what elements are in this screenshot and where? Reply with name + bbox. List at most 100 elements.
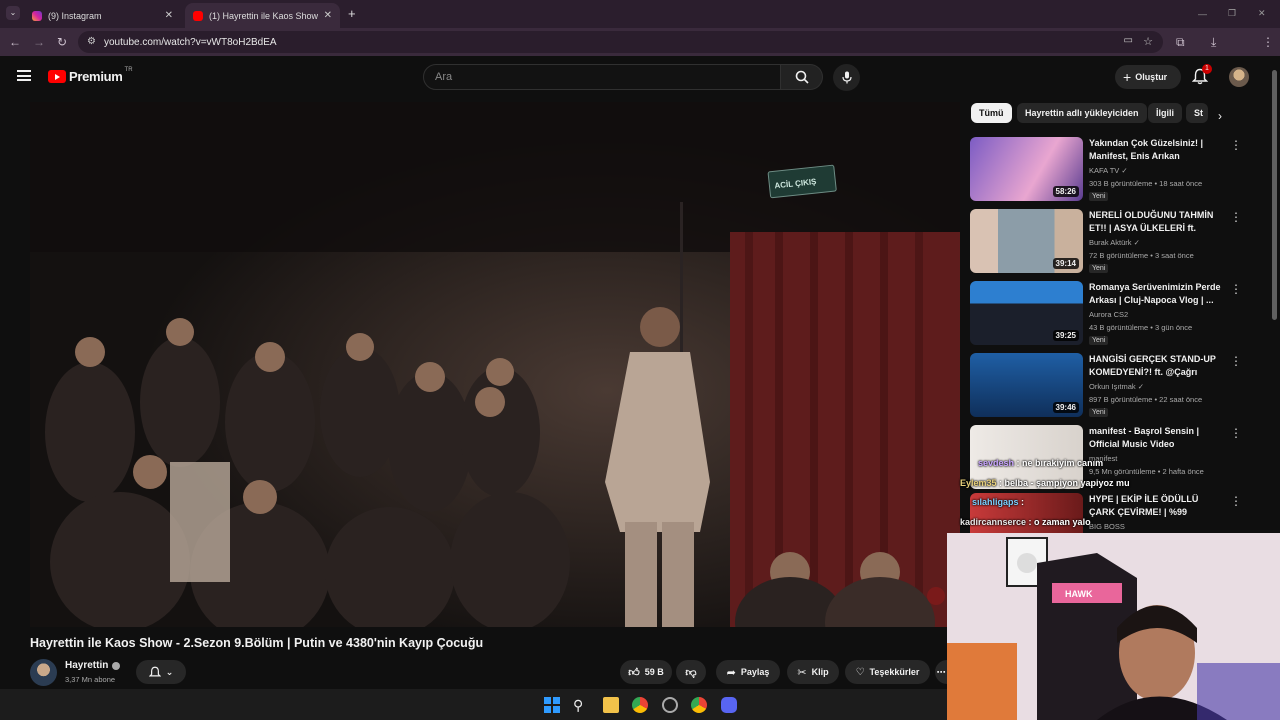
- recommendation-item[interactable]: 39:25 Romanya Serüvenimizin Perde Arkası…: [970, 281, 1245, 347]
- share-icon: ➦: [726, 666, 736, 679]
- chrome-icon[interactable]: [691, 697, 707, 713]
- close-tab-icon[interactable]: ✕: [324, 10, 332, 21]
- reload-icon[interactable]: ↻: [57, 35, 67, 49]
- forward-icon[interactable]: →: [33, 35, 45, 49]
- dislike-button[interactable]: 👎︎: [676, 660, 706, 684]
- chat-username: kadircannserce: [960, 517, 1027, 527]
- minimize-icon[interactable]: —: [1198, 9, 1207, 19]
- subscribe-notification-button[interactable]: ⌄: [136, 660, 186, 684]
- search-placeholder: Ara: [435, 71, 453, 83]
- chat-message: sılahligaps :: [972, 497, 1025, 507]
- download-icon[interactable]: ⤓: [1211, 35, 1216, 49]
- tab-youtube[interactable]: (1) Hayrettin ile Kaos Show - 2.S ✕: [185, 3, 340, 28]
- thanks-button[interactable]: ♡ Teşekkürler: [845, 660, 930, 684]
- more-options-icon[interactable]: ⋮: [1230, 355, 1242, 367]
- tab-instagram-title: (9) Instagram: [48, 10, 102, 21]
- bell-icon: [148, 666, 161, 676]
- new-tab-button[interactable]: +: [348, 6, 356, 21]
- address-bar[interactable]: ⚙ youtube.com/watch?v=vWT8oH2BdEA ▭ ☆: [78, 31, 1163, 53]
- recommendation-item[interactable]: 39:46 HANGİSİ GERÇEK STAND-UP KOMEDYENİ?…: [970, 353, 1245, 419]
- recommendation-title[interactable]: manifest - Başrol Sensin | Official Musi…: [1089, 425, 1224, 451]
- maximize-icon[interactable]: ❐: [1228, 8, 1236, 19]
- recommendation-meta: 43 B görüntüleme • 3 gün önce: [1089, 323, 1193, 332]
- recommendation-channel[interactable]: Orkun Işıtmak ✓: [1089, 382, 1144, 391]
- recommendation-thumbnail[interactable]: 39:25: [970, 281, 1083, 345]
- chip-more[interactable]: St: [1186, 103, 1208, 123]
- back-icon[interactable]: ←: [9, 35, 21, 49]
- chat-text: o zaman yalo: [1034, 517, 1091, 527]
- chip-from-uploader[interactable]: Hayrettin adlı yükleyiciden: [1017, 103, 1147, 123]
- recommendation-title[interactable]: HANGİSİ GERÇEK STAND-UP KOMEDYENİ?! ft. …: [1089, 353, 1224, 379]
- thumbs-down-icon: 👎︎: [685, 666, 697, 679]
- extensions-icon[interactable]: ⧉: [1176, 35, 1185, 49]
- video-player[interactable]: ACİL ÇIKIŞ: [30, 102, 960, 627]
- logo-region: TR: [124, 66, 133, 73]
- recommendation-channel[interactable]: KAFA TV ✓: [1089, 166, 1128, 175]
- clip-label: Klip: [811, 667, 829, 677]
- cast-icon[interactable]: ▭: [1124, 35, 1133, 46]
- recommendation-channel[interactable]: Aurora CS2: [1089, 310, 1128, 319]
- recommendation-title[interactable]: HYPE | EKİP İLE ÖDÜLLÜ ÇARK ÇEVİRME! | %…: [1089, 493, 1224, 519]
- video-duration: 39:14: [1052, 258, 1079, 269]
- more-actions-button[interactable]: ⋯: [935, 660, 947, 684]
- recommendation-title[interactable]: Romanya Serüvenimizin Perde Arkası | Clu…: [1089, 281, 1224, 307]
- more-options-icon[interactable]: ⋮: [1230, 427, 1242, 439]
- recommendation-item[interactable]: 39:14 NERELİ OLDUĞUNU TAHMİN ET!! | ASYA…: [970, 209, 1245, 275]
- chat-message: Eylem35 : belba - şampiyon yapiyoz mu: [960, 478, 1130, 488]
- clip-button[interactable]: ✂ Klip: [787, 660, 839, 684]
- chip-related[interactable]: İlgili: [1148, 103, 1182, 123]
- channel-avatar[interactable]: [30, 659, 57, 686]
- tab-youtube-title: (1) Hayrettin ile Kaos Show - 2.S: [209, 10, 319, 21]
- youtube-logo[interactable]: Premium TR: [48, 66, 133, 84]
- recommendation-title[interactable]: NERELİ OLDUĞUNU TAHMİN ET!! | ASYA ÜLKEL…: [1089, 209, 1224, 235]
- search-icon[interactable]: ⚲: [573, 697, 589, 713]
- notifications-button[interactable]: 1: [1191, 64, 1212, 86]
- discord-icon[interactable]: [721, 697, 737, 713]
- verified-icon: ✓: [1133, 238, 1140, 247]
- new-badge: Yeni: [1089, 264, 1109, 273]
- share-button[interactable]: ➦ Paylaş: [716, 660, 780, 684]
- instagram-icon: [32, 10, 42, 21]
- create-button[interactable]: + Oluştur: [1115, 65, 1181, 89]
- search-input[interactable]: Ara: [423, 64, 781, 90]
- chat-message: kadircannserce : o zaman yalo: [960, 517, 1091, 527]
- share-label: Paylaş: [740, 667, 770, 677]
- app-icon[interactable]: [662, 697, 678, 713]
- voice-search-button[interactable]: [833, 64, 860, 91]
- bookmark-star-icon[interactable]: ☆: [1143, 35, 1153, 48]
- more-options-icon[interactable]: ⋮: [1230, 495, 1242, 507]
- chevron-right-icon[interactable]: ›: [1218, 109, 1222, 123]
- address-text: youtube.com/watch?v=vWT8oH2BdEA: [104, 36, 277, 48]
- chrome-icon[interactable]: [632, 697, 648, 713]
- recommendation-thumbnail[interactable]: 39:14: [970, 209, 1083, 273]
- browser-toolbar: ← → ↻ ⚙ youtube.com/watch?v=vWT8oH2BdEA …: [0, 28, 1280, 76]
- more-options-icon[interactable]: ⋮: [1230, 139, 1242, 151]
- browser-menu-icon[interactable]: ⋮: [1262, 35, 1274, 49]
- tab-search-button[interactable]: ⌄: [6, 6, 20, 20]
- hamburger-menu-icon[interactable]: [17, 70, 31, 81]
- like-button[interactable]: 👍︎ 59 B: [620, 660, 672, 684]
- recommendation-title[interactable]: Yakından Çok Güzelsiniz! | Manifest, Eni…: [1089, 137, 1224, 163]
- close-tab-icon[interactable]: ✕: [165, 10, 173, 21]
- recommendation-thumbnail[interactable]: 39:46: [970, 353, 1083, 417]
- chat-username: sevdesh: [978, 458, 1015, 468]
- recommendation-item[interactable]: 58:26 Yakından Çok Güzelsiniz! | Manifes…: [970, 137, 1245, 203]
- recommendation-thumbnail[interactable]: 58:26: [970, 137, 1083, 201]
- file-explorer-icon[interactable]: [603, 697, 619, 713]
- like-count: 59 B: [644, 667, 664, 677]
- plus-icon: +: [1123, 69, 1132, 85]
- chip-all[interactable]: Tümü: [971, 103, 1012, 123]
- recommendation-channel[interactable]: Burak Aktürk ✓: [1089, 238, 1140, 247]
- account-avatar[interactable]: [1229, 67, 1249, 87]
- channel-name[interactable]: Hayrettin: [65, 660, 121, 671]
- tab-instagram[interactable]: (9) Instagram ✕: [24, 3, 181, 28]
- close-window-icon[interactable]: ✕: [1258, 8, 1266, 19]
- more-options-icon[interactable]: ⋮: [1230, 211, 1242, 223]
- recommendation-channel[interactable]: BIG BOSS: [1089, 522, 1125, 531]
- more-options-icon[interactable]: ⋮: [1230, 283, 1242, 295]
- video-duration: 39:25: [1052, 330, 1079, 341]
- page-scrollbar[interactable]: [1272, 70, 1277, 320]
- search-button[interactable]: [781, 64, 823, 90]
- site-info-icon[interactable]: ⚙: [87, 36, 96, 47]
- windows-start-icon[interactable]: [544, 697, 560, 713]
